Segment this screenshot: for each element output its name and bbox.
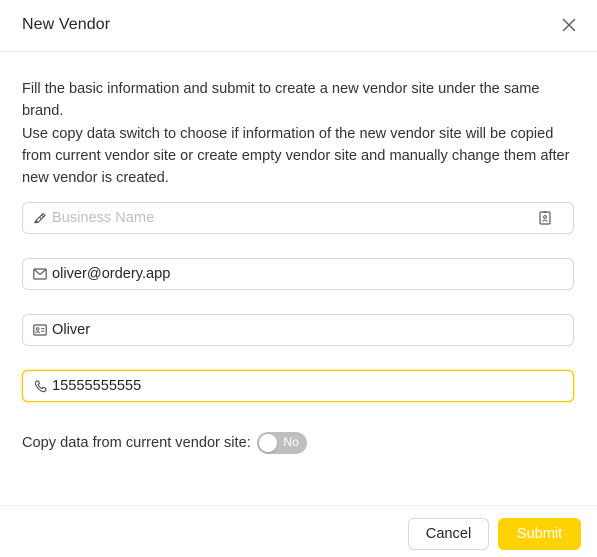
phone-field [22, 370, 574, 402]
dialog-title: New Vendor [22, 16, 111, 33]
description-line-2: Use copy data switch to choose if inform… [22, 125, 570, 187]
mail-icon [33, 267, 47, 281]
phone-icon [33, 379, 47, 393]
submit-button[interactable]: Submit [498, 518, 581, 550]
business-name-field [22, 202, 574, 234]
contact-name-input[interactable] [52, 315, 532, 345]
close-button[interactable] [559, 15, 579, 35]
dialog-footer: Cancel Submit [0, 505, 597, 557]
contact-name-field [22, 314, 574, 346]
description-line-1: Fill the basic information and submit to… [22, 81, 540, 120]
dialog-header: New Vendor [0, 0, 597, 52]
switch-state-text: No [283, 435, 299, 449]
dialog-description: Fill the basic information and submit to… [22, 78, 582, 189]
new-vendor-dialog: New Vendor Fill the basic information an… [0, 0, 597, 557]
business-name-input[interactable] [52, 203, 532, 233]
copy-data-label: Copy data from current vendor site: [22, 435, 251, 451]
email-field [22, 258, 574, 290]
close-icon [562, 18, 576, 32]
cancel-button[interactable]: Cancel [408, 518, 489, 550]
phone-input[interactable] [52, 371, 532, 401]
switch-knob [258, 434, 277, 452]
copy-data-switch[interactable]: No [256, 432, 307, 454]
id-card-icon [33, 323, 47, 337]
copy-data-row: Copy data from current vendor site: No [22, 431, 307, 455]
highlighter-icon [33, 211, 47, 225]
email-input[interactable] [52, 259, 532, 289]
id-badge-icon[interactable] [538, 211, 552, 225]
copy-data-separator: : [246, 435, 251, 451]
